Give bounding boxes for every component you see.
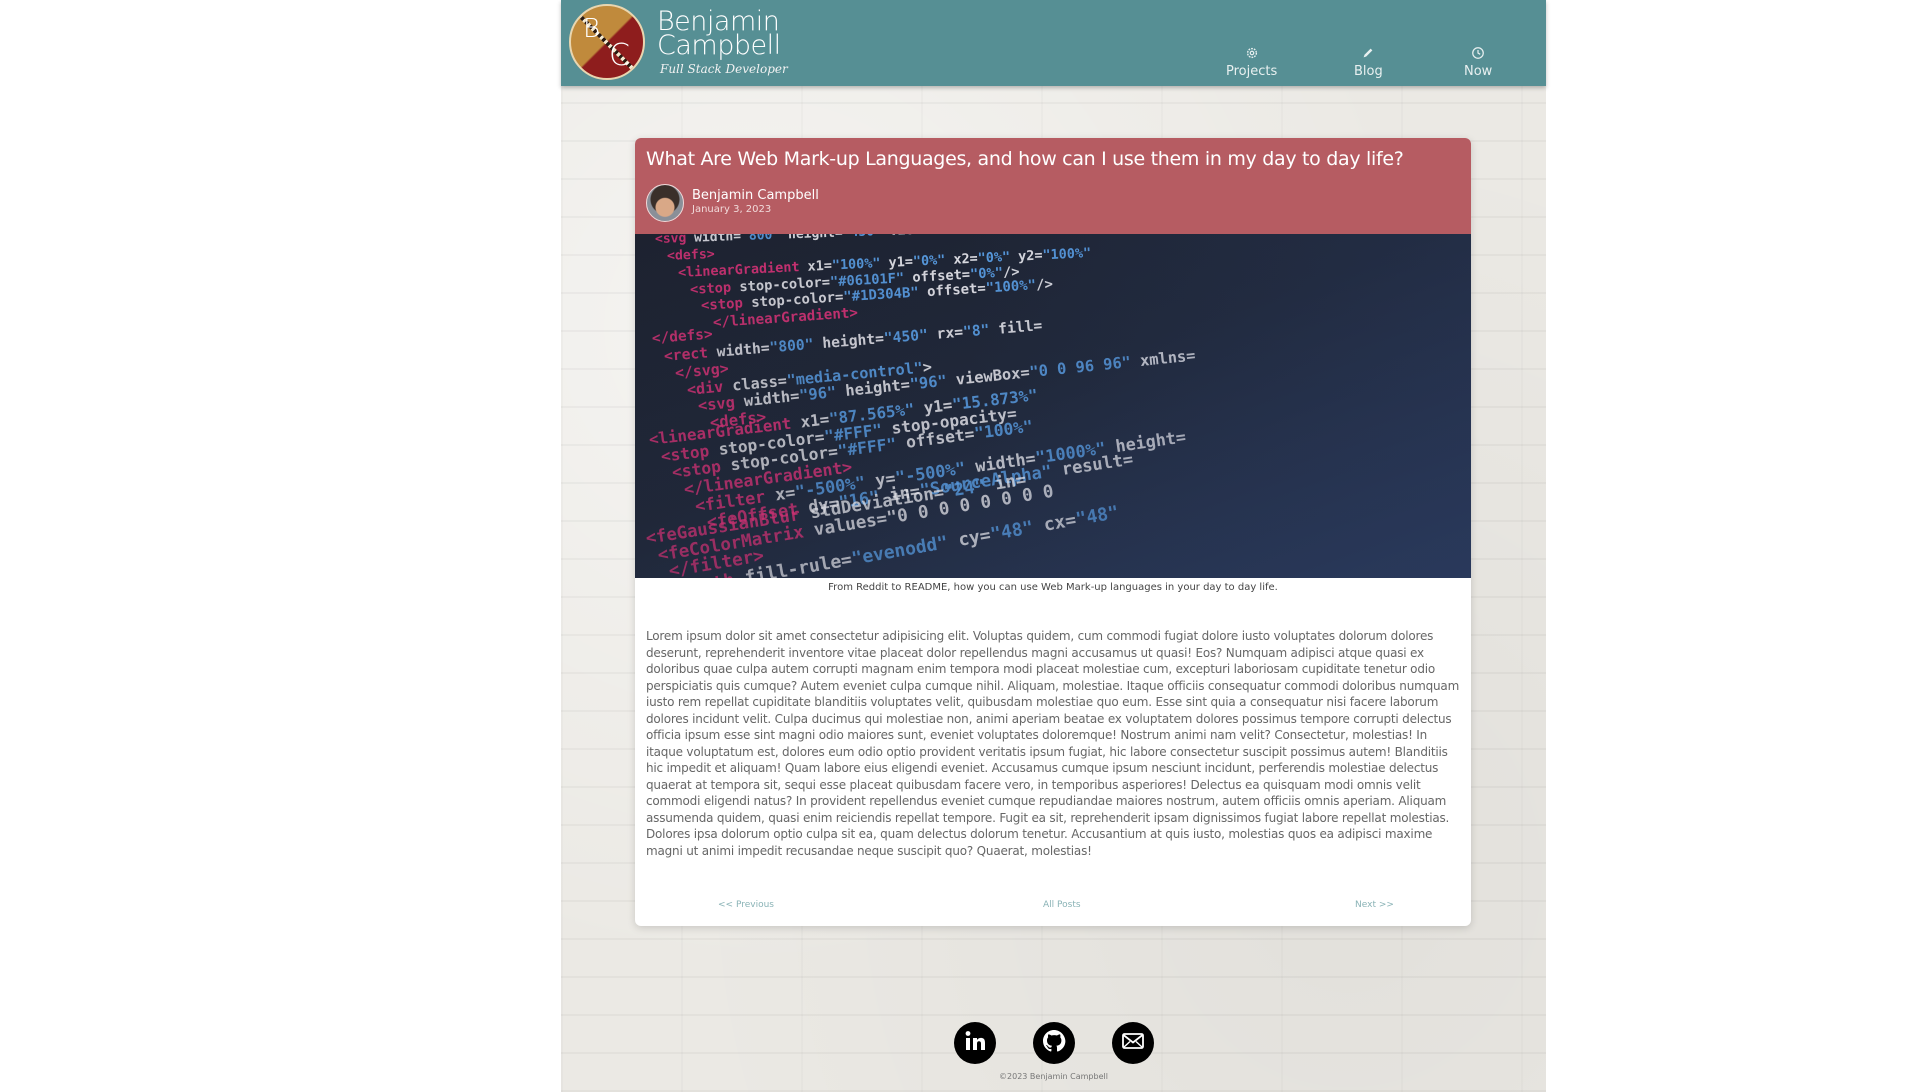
logo-letter-b: B (583, 14, 601, 44)
pencil-icon (1354, 46, 1383, 62)
site-logo[interactable]: B C (569, 4, 645, 80)
hero-overlay (635, 234, 1471, 578)
logo-letter-c: C (609, 38, 630, 73)
brand-name[interactable]: Benjamin Campbell (657, 8, 807, 59)
github-icon (1041, 1028, 1067, 1058)
post-author: Benjamin Campbell (692, 188, 819, 203)
github-link[interactable] (1033, 1022, 1075, 1064)
nav-projects-label: Projects (1226, 64, 1278, 79)
author-avatar (646, 184, 684, 222)
image-caption: From Reddit to README, how you can use W… (828, 582, 1278, 593)
site-header: B C Benjamin Campbell Full Stack Develop… (561, 0, 1546, 86)
post-hero-image: <svg width="800" height="450" viewBox="0… (635, 234, 1471, 578)
nav-blog[interactable]: Blog (1354, 46, 1383, 79)
post-body: Lorem ipsum dolor sit amet consectetur a… (646, 629, 1460, 858)
post-date: January 3, 2023 (692, 204, 772, 215)
linkedin-icon (962, 1028, 988, 1058)
linkedin-link[interactable] (954, 1022, 996, 1064)
email-icon (1120, 1028, 1146, 1058)
next-post-link[interactable]: Next >> (1355, 900, 1394, 910)
nav-now-label: Now (1464, 64, 1493, 79)
blog-post-card: What Are Web Mark-up Languages, and how … (635, 138, 1471, 926)
gear-icon (1226, 46, 1277, 62)
brand-subtitle: Full Stack Developer (660, 62, 788, 76)
nav-blog-label: Blog (1354, 64, 1383, 79)
previous-post-link[interactable]: << Previous (718, 900, 774, 910)
nav-now[interactable]: Now (1464, 46, 1492, 79)
clock-icon (1464, 46, 1492, 62)
all-posts-link[interactable]: All Posts (1043, 900, 1081, 910)
nav-projects[interactable]: Projects (1226, 46, 1277, 79)
post-header: What Are Web Mark-up Languages, and how … (635, 138, 1471, 234)
post-title: What Are Web Mark-up Languages, and how … (646, 148, 1404, 170)
email-link[interactable] (1112, 1022, 1154, 1064)
